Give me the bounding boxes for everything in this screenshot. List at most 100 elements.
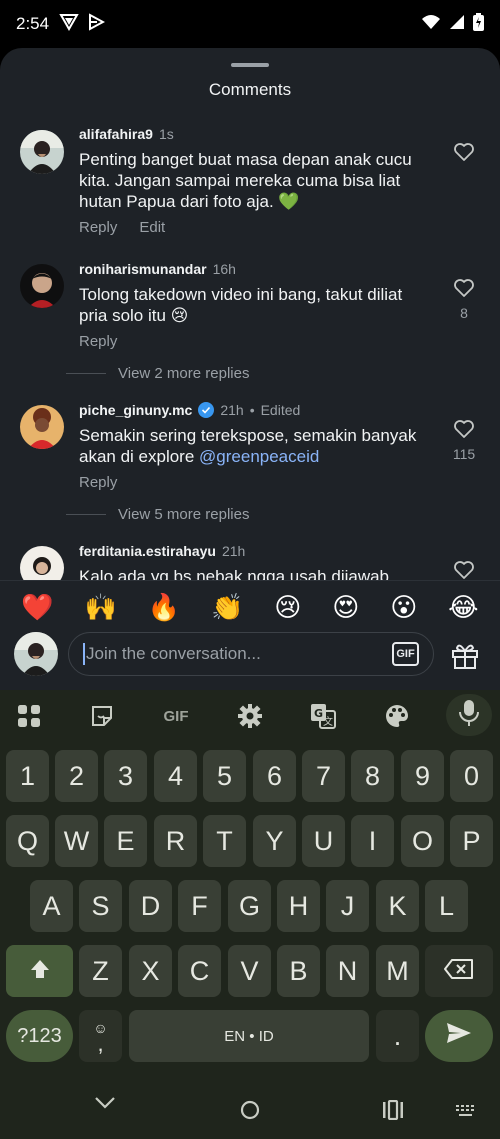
emoji-fire[interactable]: 🔥 [148,592,180,622]
key-u[interactable]: U [302,815,345,867]
key-w[interactable]: W [55,815,98,867]
key-z[interactable]: Z [79,945,122,997]
key-r[interactable]: R [154,815,197,867]
keyboard-toolbar: GIF G文 [0,690,500,740]
shift-key[interactable] [6,945,73,997]
comment-username[interactable]: ferditania.estirahayu [79,543,216,559]
key-x[interactable]: X [129,945,172,997]
view-replies-link[interactable]: View 2 more replies [66,365,249,382]
edit-button[interactable]: Edit [139,219,165,236]
key-a[interactable]: A [30,880,73,932]
comment-username[interactable]: piche_ginuny.mc [79,402,192,418]
comments-list[interactable]: alifafahira9 1s Penting banget buat masa… [0,120,500,580]
key-8[interactable]: 8 [351,750,394,802]
key-j[interactable]: J [326,880,369,932]
heart-icon [453,561,475,580]
key-p[interactable]: P [450,815,493,867]
backspace-key[interactable] [425,945,493,997]
heart-icon [453,279,475,302]
recents-icon[interactable] [382,1100,404,1120]
key-s[interactable]: S [79,880,122,932]
my-avatar [14,632,58,676]
view-replies-label: View 2 more replies [118,365,250,382]
send-key[interactable] [425,1010,493,1062]
period-key[interactable]: . [376,1010,419,1062]
reply-button[interactable]: Reply [79,474,117,491]
key-k[interactable]: K [376,880,419,932]
mic-button[interactable] [446,694,492,736]
back-chevron-icon[interactable] [94,1096,116,1110]
gift-icon[interactable] [450,640,480,675]
key-i[interactable]: I [351,815,394,867]
like-button[interactable] [450,142,478,167]
vpn-shield-icon [59,13,79,36]
emoji-surprised[interactable]: 😮 [390,592,417,622]
emoji-comma-key[interactable]: ☺ , [79,1010,122,1062]
key-3[interactable]: 3 [104,750,147,802]
like-button[interactable]: 115 [444,419,484,462]
keyboard-switch-icon[interactable] [455,1104,477,1118]
palette-icon[interactable] [383,702,411,730]
like-button[interactable] [450,560,478,580]
key-v[interactable]: V [228,945,271,997]
like-button[interactable]: 8 [450,278,478,321]
emoji-laugh[interactable]: 😂 [448,592,478,622]
settings-gear-icon[interactable] [236,702,264,730]
key-n[interactable]: N [326,945,369,997]
key-o[interactable]: O [401,815,444,867]
key-l[interactable]: L [425,880,468,932]
emoji-heart-eyes[interactable]: 😍 [332,592,359,622]
gif-button[interactable]: GIF [392,642,419,666]
backspace-icon [443,956,475,987]
key-f[interactable]: F [178,880,221,932]
reply-button[interactable]: Reply [79,219,117,236]
reply-button[interactable]: Reply [79,333,117,350]
key-d[interactable]: D [129,880,172,932]
home-circle-icon[interactable] [240,1100,260,1120]
sheet-drag-handle[interactable] [231,63,269,67]
key-g[interactable]: G [228,880,271,932]
key-4[interactable]: 4 [154,750,197,802]
quick-emoji-bar: ❤️ 🙌 🔥 👏 😢 😍 😮 😂 [0,580,500,632]
key-y[interactable]: Y [253,815,296,867]
key-q[interactable]: Q [6,815,49,867]
key-1[interactable]: 1 [6,750,49,802]
emoji-cry[interactable]: 😢 [274,592,301,622]
avatar[interactable] [20,130,64,174]
symbols-key[interactable]: ?123 [6,1010,73,1062]
key-2[interactable]: 2 [55,750,98,802]
key-e[interactable]: E [104,815,147,867]
comment-username[interactable]: alifafahira9 [79,126,153,142]
view-replies-link[interactable]: View 5 more replies [66,506,249,523]
comment-time: 21h [220,402,244,418]
status-time: 2:54 [16,14,50,33]
key-6[interactable]: 6 [253,750,296,802]
key-c[interactable]: C [178,945,221,997]
emoji-heart[interactable]: ❤️ [21,592,53,622]
avatar[interactable] [20,546,64,580]
shift-arrow-icon [29,956,51,987]
key-7[interactable]: 7 [302,750,345,802]
comment-username[interactable]: roniharismunandar [79,261,207,277]
key-b[interactable]: B [277,945,320,997]
emoji-raised-hands[interactable]: 🙌 [85,592,117,622]
comment-input[interactable]: Join the conversation... GIF [68,632,434,676]
sheet-title: Comments [208,80,292,99]
emoji-clap[interactable]: 👏 [211,592,243,622]
key-0[interactable]: 0 [450,750,493,802]
gif-icon[interactable]: GIF [158,702,194,730]
apps-grid-icon[interactable] [15,702,43,730]
avatar[interactable] [20,405,64,449]
key-9[interactable]: 9 [401,750,444,802]
avatar[interactable] [20,264,64,308]
text-cursor [83,643,85,665]
key-5[interactable]: 5 [203,750,246,802]
key-m[interactable]: M [376,945,419,997]
heart-icon [453,143,475,166]
key-h[interactable]: H [277,880,320,932]
space-key[interactable]: EN • ID [129,1010,369,1062]
sticker-icon[interactable] [88,702,116,730]
translate-icon[interactable]: G文 [309,702,337,730]
mention-link[interactable]: @greenpeaceid [199,447,319,466]
key-t[interactable]: T [203,815,246,867]
